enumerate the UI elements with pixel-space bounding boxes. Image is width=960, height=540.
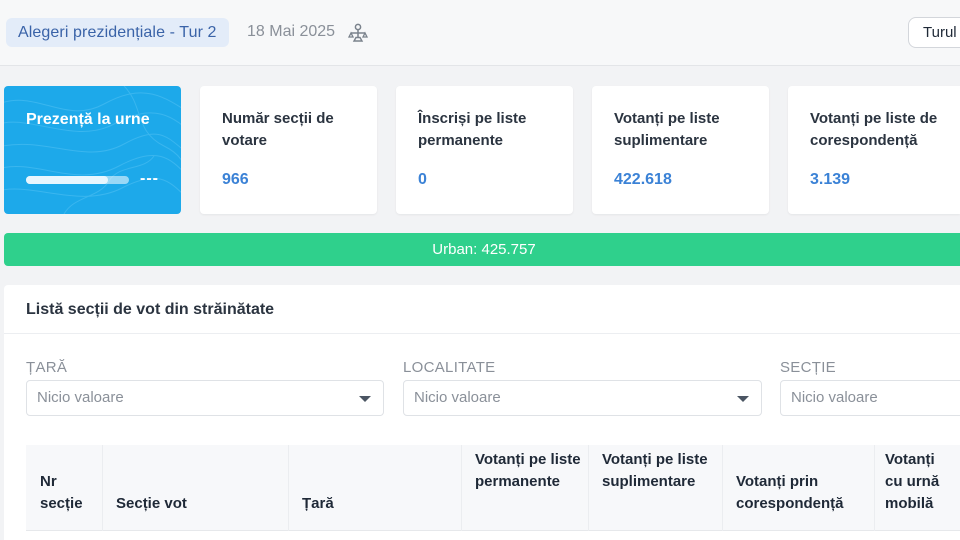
section-select[interactable]: Nicio valoare bbox=[780, 380, 960, 416]
stat-card-label: Votanți pe liste de corespondență bbox=[810, 110, 938, 149]
abroad-sections-panel: Listă secții de vot din străinătate ȚARĂ… bbox=[4, 285, 960, 540]
urban-votes-bar: Urban: 425.757 bbox=[4, 233, 960, 266]
column-divider bbox=[722, 445, 723, 531]
stat-card-correspondence-lists[interactable]: Votanți pe liste de corespondență 3.139 bbox=[788, 86, 960, 214]
column-divider bbox=[588, 445, 589, 531]
presence-progress-fill bbox=[26, 176, 109, 184]
stat-card-sections[interactable]: Număr secții de votare 966 bbox=[200, 86, 377, 214]
round-select-button[interactable]: Turul bbox=[908, 17, 960, 48]
column-divider bbox=[461, 445, 462, 531]
sections-table-header: Nr secție Secție vot Țară Votanți pe lis… bbox=[26, 445, 960, 531]
presence-value: --- bbox=[140, 170, 159, 187]
stat-card-permanent-lists[interactable]: Înscriși pe liste permanente 0 bbox=[396, 86, 573, 214]
country-select-placeholder: Nicio valoare bbox=[37, 389, 124, 406]
stat-card-label: Înscriși pe liste permanente bbox=[418, 110, 527, 149]
filter-label-country: ȚARĂ bbox=[26, 359, 68, 376]
column-header-supplementary-voters[interactable]: Votanți pe liste suplimentare bbox=[602, 449, 712, 493]
election-date: 18 Mai 2025 bbox=[247, 23, 336, 40]
column-header-section[interactable]: Secție vot bbox=[116, 493, 187, 515]
stat-card-label: Număr secții de votare bbox=[222, 110, 334, 149]
column-header-correspondence-voters[interactable]: Votanți prin corespondență bbox=[736, 471, 871, 515]
country-select[interactable]: Nicio valoare bbox=[26, 380, 384, 416]
caret-down-icon bbox=[359, 396, 371, 402]
column-divider bbox=[288, 445, 289, 531]
stat-card-value: 966 bbox=[222, 171, 249, 188]
election-selector-chip[interactable]: Alegeri prezidențiale - Tur 2 bbox=[6, 18, 229, 47]
stat-card-label: Votanți pe liste suplimentare bbox=[614, 110, 720, 149]
presence-label: Prezență la urne bbox=[26, 111, 150, 128]
caret-down-icon bbox=[737, 396, 749, 402]
stat-card-value: 3.139 bbox=[810, 171, 851, 188]
section-select-placeholder: Nicio valoare bbox=[791, 389, 878, 406]
history-balance-icon[interactable] bbox=[347, 22, 369, 44]
locality-select[interactable]: Nicio valoare bbox=[403, 380, 762, 416]
presence-progress-bar bbox=[26, 176, 129, 184]
column-header-section-number[interactable]: Nr secție bbox=[40, 471, 100, 515]
election-label: Alegeri prezidențiale - Tur 2 bbox=[18, 24, 217, 41]
presence-card[interactable]: Prezență la urne --- bbox=[4, 86, 181, 214]
panel-title: Listă secții de vot din străinătate bbox=[26, 301, 275, 318]
top-bar: Alegeri prezidențiale - Tur 2 18 Mai 202… bbox=[0, 0, 960, 66]
column-divider bbox=[102, 445, 103, 531]
stat-card-value: 0 bbox=[418, 171, 427, 188]
column-header-country[interactable]: Țară bbox=[302, 493, 334, 515]
column-header-mobile-urn-voters[interactable]: Votanți cu urnă mobilă bbox=[885, 449, 955, 515]
locality-select-placeholder: Nicio valoare bbox=[414, 389, 501, 406]
filter-label-locality: LOCALITATE bbox=[403, 359, 496, 376]
panel-divider bbox=[4, 333, 960, 334]
filter-label-section: SECȚIE bbox=[780, 359, 836, 376]
column-divider bbox=[874, 445, 875, 531]
stat-card-value: 422.618 bbox=[614, 171, 672, 188]
topography-pattern bbox=[4, 86, 181, 214]
urban-votes-text: Urban: 425.757 bbox=[432, 241, 536, 258]
column-header-permanent-voters[interactable]: Votanți pe liste permanente bbox=[475, 449, 585, 493]
stat-card-supplementary-lists[interactable]: Votanți pe liste suplimentare 422.618 bbox=[592, 86, 769, 214]
